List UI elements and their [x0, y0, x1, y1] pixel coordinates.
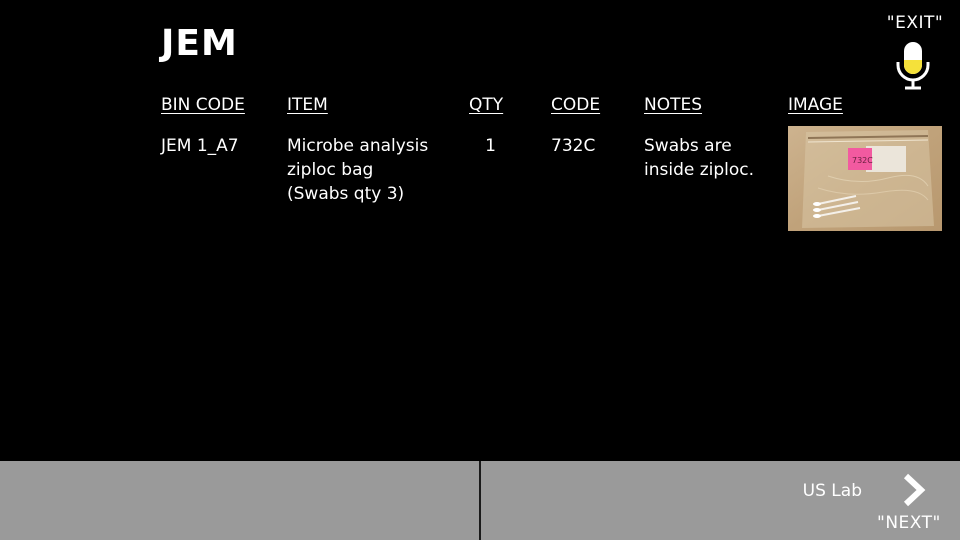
next-button[interactable]: US Lab "NEXT" [481, 461, 960, 540]
next-voice-command[interactable]: "NEXT" [877, 513, 941, 533]
exit-voice-command[interactable]: "EXIT" [882, 13, 948, 33]
item-text-line: (Swabs qty 3) [287, 184, 405, 204]
column-header-notes: NOTES [644, 95, 703, 115]
notes-text-line: Swabs are [644, 136, 732, 156]
column-header-item: ITEM [287, 95, 328, 115]
column-header-qty: QTY [469, 95, 504, 115]
qty-cell: 1 [485, 136, 496, 156]
notes-cell: Swabs are inside ziploc. [644, 134, 754, 182]
item-cell: Microbe analysis ziploc bag (Swabs qty 3… [287, 134, 428, 206]
footer-left-panel [0, 461, 479, 540]
chevron-right-icon[interactable] [899, 472, 929, 508]
column-header-bin-code: BIN CODE [161, 95, 245, 115]
item-text-line: ziploc bag [287, 160, 374, 180]
page-title: JEM [161, 23, 238, 64]
next-location-label: US Lab [802, 481, 862, 501]
bin-code-cell: JEM 1_A7 [161, 136, 239, 156]
item-text-line: Microbe analysis [287, 136, 429, 156]
column-header-code: CODE [551, 95, 601, 115]
notes-text-line: inside ziploc. [644, 160, 755, 180]
item-image[interactable]: 732C [788, 126, 942, 231]
footer-bar: US Lab "NEXT" [0, 461, 960, 540]
microphone-icon[interactable] [893, 40, 933, 92]
sticky-note-text: 732C [852, 156, 873, 165]
column-header-image: IMAGE [788, 95, 843, 115]
code-cell: 732C [551, 136, 596, 156]
